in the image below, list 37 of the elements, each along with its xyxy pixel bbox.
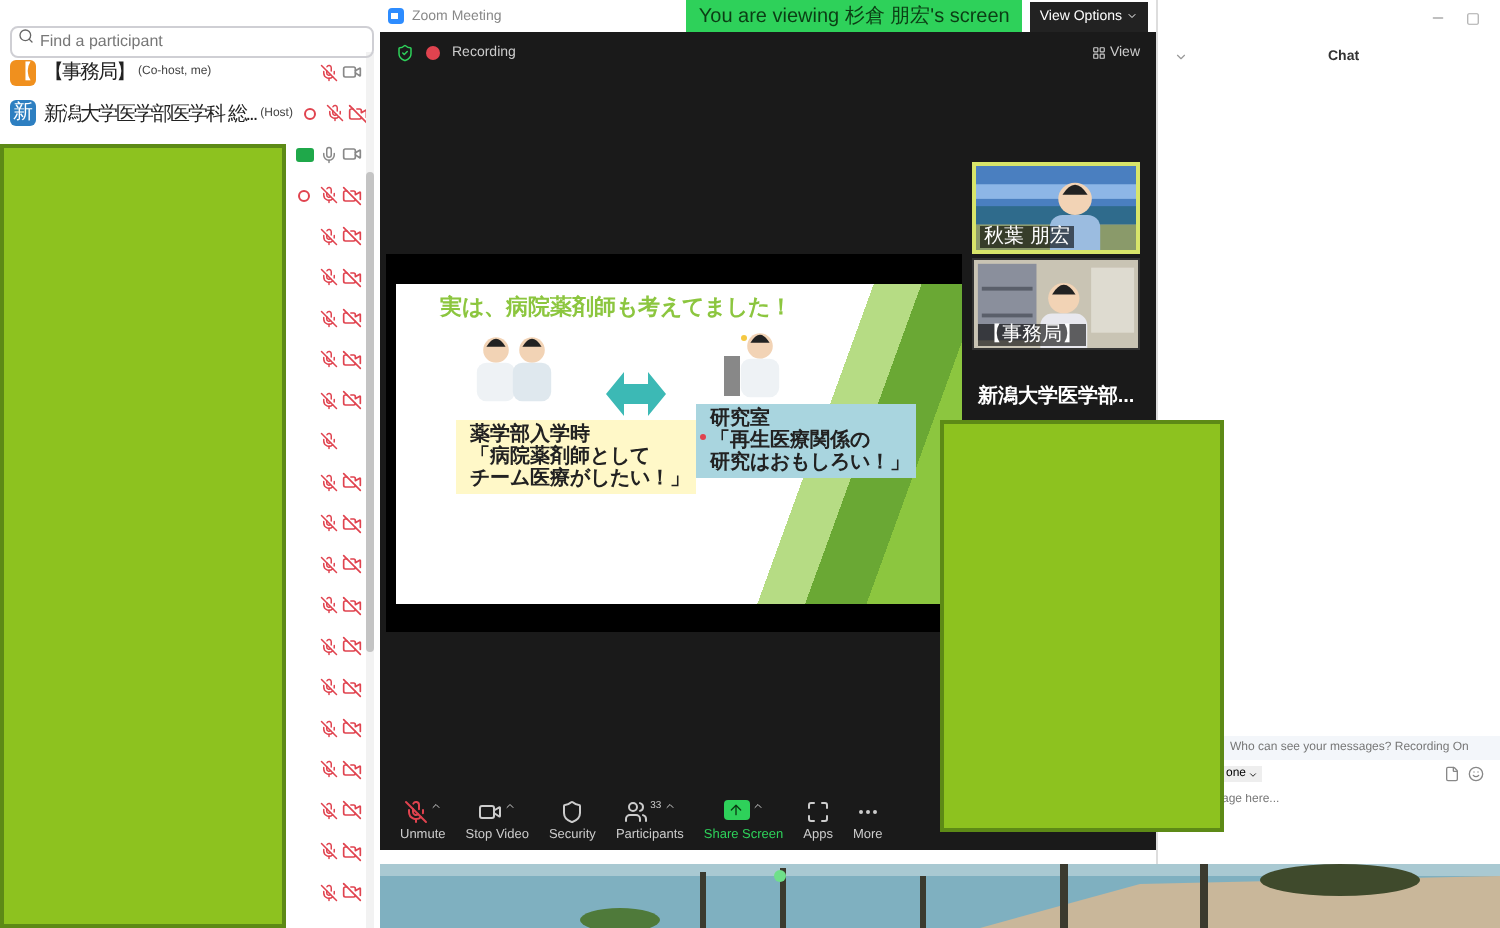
caret-icon	[751, 799, 764, 811]
participant-avatar: 【	[10, 59, 36, 86]
app-logo-icon	[388, 8, 404, 24]
maximize-icon[interactable]	[1466, 11, 1480, 25]
double-arrow-icon	[606, 372, 666, 416]
search-field[interactable]: Find a participant	[10, 25, 374, 57]
video-name: 秋葉 朋宏	[980, 226, 1074, 248]
people-icon	[624, 799, 649, 823]
slide-caption: 薬学部入学時 「病院薬剤師として チーム医療がしたい！」	[456, 420, 696, 494]
apps-icon	[806, 799, 831, 823]
file-icon[interactable]	[1444, 766, 1460, 782]
caret-icon	[429, 799, 442, 811]
scrollbar-thumb[interactable]	[366, 172, 374, 652]
mic-muted-icon	[403, 799, 428, 823]
video-tile[interactable]: 【事務局】	[972, 258, 1140, 350]
grid-icon	[1091, 45, 1106, 59]
share-screen-icon	[723, 799, 750, 819]
video-tile[interactable]: 秋葉 朋宏	[972, 162, 1140, 254]
search-icon	[18, 28, 34, 44]
participant-name: 新潟大学医学部...	[977, 382, 1135, 410]
participant-name: 新潟大学医学部医学科 総...	[44, 101, 257, 128]
video-name: 【事務局】	[978, 324, 1086, 346]
caret-icon	[1126, 10, 1138, 22]
recording-icon	[426, 45, 440, 59]
caret-icon	[504, 799, 517, 811]
video-camera-icon	[478, 799, 503, 823]
caret-icon	[1248, 769, 1259, 779]
shield-check-icon	[396, 43, 414, 61]
participant-name: 【事務局】	[44, 59, 134, 87]
slide-title: 実は、病院薬剤師も考えてました！	[438, 293, 794, 322]
caret-icon	[663, 799, 676, 811]
shield-icon	[560, 799, 585, 823]
slide-caption: 研究室 「再生医療関係の 研究はおもしろい！」	[696, 404, 916, 478]
emoji-icon[interactable]	[1468, 766, 1484, 782]
chevron-down-icon[interactable]	[1174, 49, 1188, 63]
viewing-banner: You are viewing 杉倉 朋宏's screen	[686, 0, 1022, 32]
participant-avatar: 新	[10, 100, 36, 127]
